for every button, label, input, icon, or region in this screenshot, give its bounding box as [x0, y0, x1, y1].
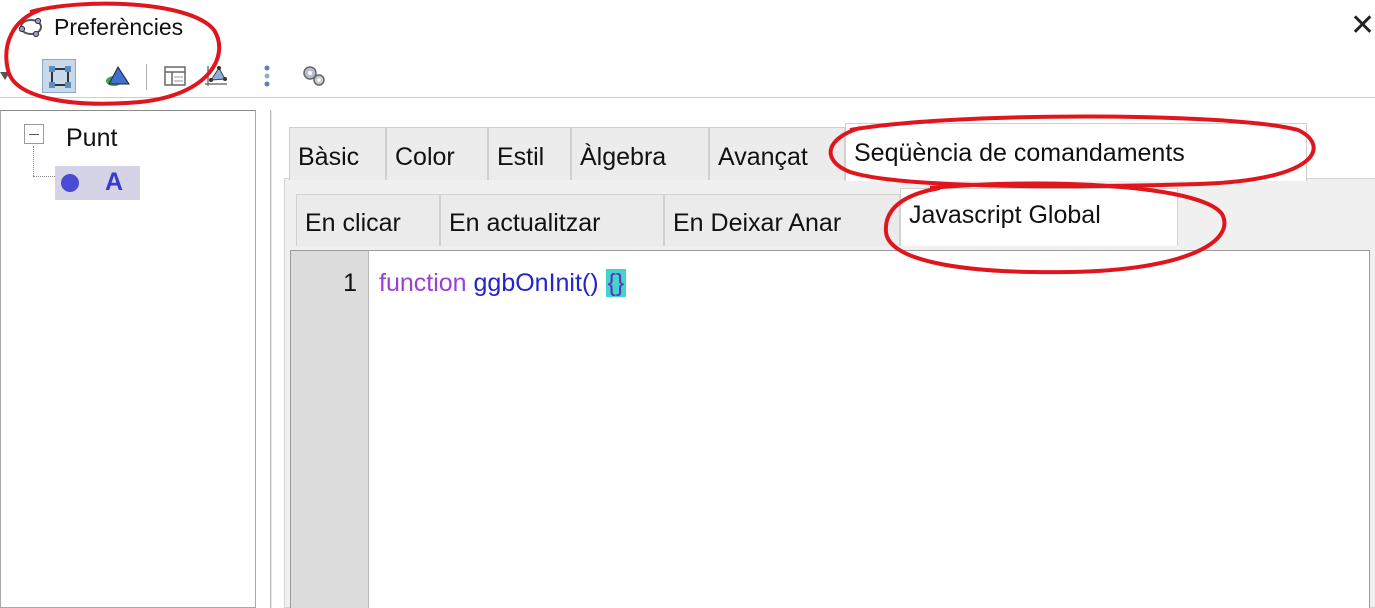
point-style-tool[interactable] [42, 59, 76, 93]
line-number-gutter: 1 [291, 251, 369, 608]
subtab-on-update[interactable]: En actualitzar [440, 194, 664, 246]
point-dot-icon [61, 174, 79, 192]
toolbar-separator [146, 64, 147, 90]
tab-color[interactable]: Color [386, 127, 488, 180]
graphics-view-tool[interactable] [158, 59, 192, 93]
window-title: Preferències [54, 14, 184, 40]
tab-bar: Bàsic Color Estil Àlgebra Avançat Seqüèn… [289, 123, 1375, 181]
tree-collapse-toggle[interactable] [24, 124, 44, 144]
subtab-on-drag-end[interactable]: En Deixar Anar [664, 194, 900, 246]
subtab-on-click[interactable]: En clicar [296, 194, 440, 246]
more-options-tool[interactable] [250, 59, 284, 93]
tree-root-label[interactable]: Punt [66, 124, 117, 153]
toolbar [0, 54, 1375, 98]
tree-item-point-a[interactable]: A [55, 166, 140, 200]
geometric-object-icon [106, 66, 130, 86]
tab-basic[interactable]: Bàsic [289, 127, 386, 180]
more-options-icon [264, 65, 270, 87]
tab-advanced[interactable]: Avançat [709, 127, 845, 180]
point-style-icon [49, 66, 71, 88]
panel-splitter[interactable] [270, 110, 272, 608]
collapse-arrow-icon[interactable] [0, 68, 14, 84]
algebra-view-icon [205, 66, 227, 86]
line-number: 1 [343, 269, 357, 297]
code-keyword: function [379, 269, 467, 297]
graphics-view-icon [164, 66, 186, 86]
code-function-name: ggbOnInit() [473, 269, 599, 297]
script-editor[interactable]: 1 function ggbOnInit() {} [290, 250, 1370, 608]
tab-style[interactable]: Estil [488, 127, 571, 180]
tree-item-label: A [105, 168, 124, 196]
geometric-object-tool[interactable] [100, 59, 134, 93]
code-braces: {} [605, 269, 627, 297]
title-bar: Preferències ✕ [0, 0, 1375, 50]
geogebra-logo-icon [18, 17, 42, 38]
close-button[interactable]: ✕ [1350, 8, 1375, 44]
tab-scripting[interactable]: Seqüència de comandaments [845, 123, 1307, 181]
code-line[interactable]: function ggbOnInit() {} [379, 269, 627, 298]
scripting-subtab-bar: En clicar En actualitzar En Deixar Anar … [296, 188, 1375, 246]
tree-connector [33, 146, 34, 176]
tree-connector [33, 176, 55, 177]
advanced-settings-icon [303, 66, 325, 86]
algebra-view-tool[interactable] [198, 59, 232, 93]
subtab-global-javascript[interactable]: Javascript Global [900, 188, 1178, 246]
tab-algebra[interactable]: Àlgebra [571, 127, 709, 180]
advanced-settings-tool[interactable] [296, 59, 330, 93]
